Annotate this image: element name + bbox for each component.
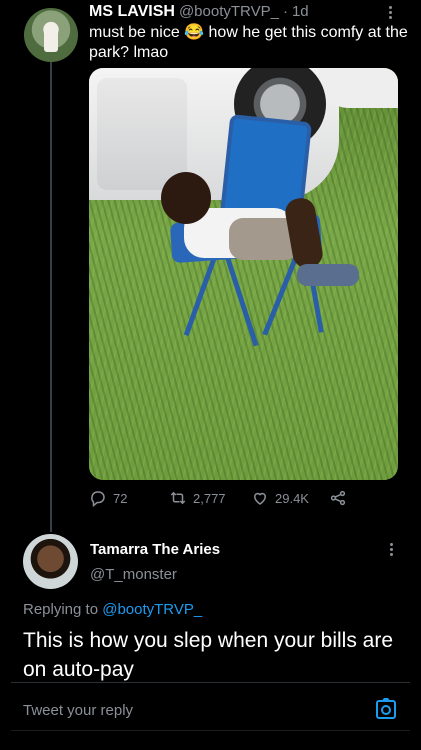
more-vertical-icon[interactable] xyxy=(386,543,396,559)
user-handle[interactable]: @bootyTRVP_ xyxy=(179,3,279,20)
retweet-icon xyxy=(170,491,186,505)
timestamp[interactable]: 1d xyxy=(292,3,309,20)
retweet-count: 2,777 xyxy=(193,490,226,506)
display-name[interactable]: MS LAVISH xyxy=(89,3,175,21)
more-vertical-icon[interactable] xyxy=(385,6,395,22)
tweet-header: MS LAVISH @bootyTRVP_ · 1d xyxy=(89,3,309,23)
like-count: 29.4K xyxy=(275,490,309,506)
avatar[interactable] xyxy=(23,534,78,589)
thread-connector-line xyxy=(50,62,52,532)
replying-to-label: Replying to xyxy=(23,601,99,618)
like-button[interactable]: 29.4K xyxy=(251,489,309,507)
reply-icon xyxy=(91,491,105,507)
retweet-button[interactable]: 2,777 xyxy=(169,489,226,507)
tweet-text: This is how you slep when your bills are… xyxy=(23,629,394,681)
reply-input[interactable] xyxy=(23,699,363,721)
reply-count: 72 xyxy=(113,490,128,506)
user-handle[interactable]: @T_monster xyxy=(90,566,177,583)
tweet-action-bar: 72 2,777 29.4K xyxy=(89,489,389,513)
share-button[interactable] xyxy=(329,489,347,507)
replying-to-link[interactable]: @bootyTRVP_ xyxy=(102,601,202,618)
tweet-text: must be nice 😂 how he get this comfy at … xyxy=(89,24,408,61)
camera-icon[interactable] xyxy=(374,697,398,721)
share-icon xyxy=(330,490,346,506)
separator-dot: · xyxy=(282,3,288,20)
avatar[interactable] xyxy=(24,8,78,62)
tweet-photo[interactable] xyxy=(89,68,398,480)
divider xyxy=(11,682,410,683)
heart-icon xyxy=(253,492,267,505)
replying-to-line: Replying to @bootyTRVP_ xyxy=(23,601,202,618)
reply-button[interactable]: 72 xyxy=(89,489,127,507)
divider xyxy=(11,730,410,731)
display-name[interactable]: Tamarra The Aries xyxy=(90,541,220,558)
